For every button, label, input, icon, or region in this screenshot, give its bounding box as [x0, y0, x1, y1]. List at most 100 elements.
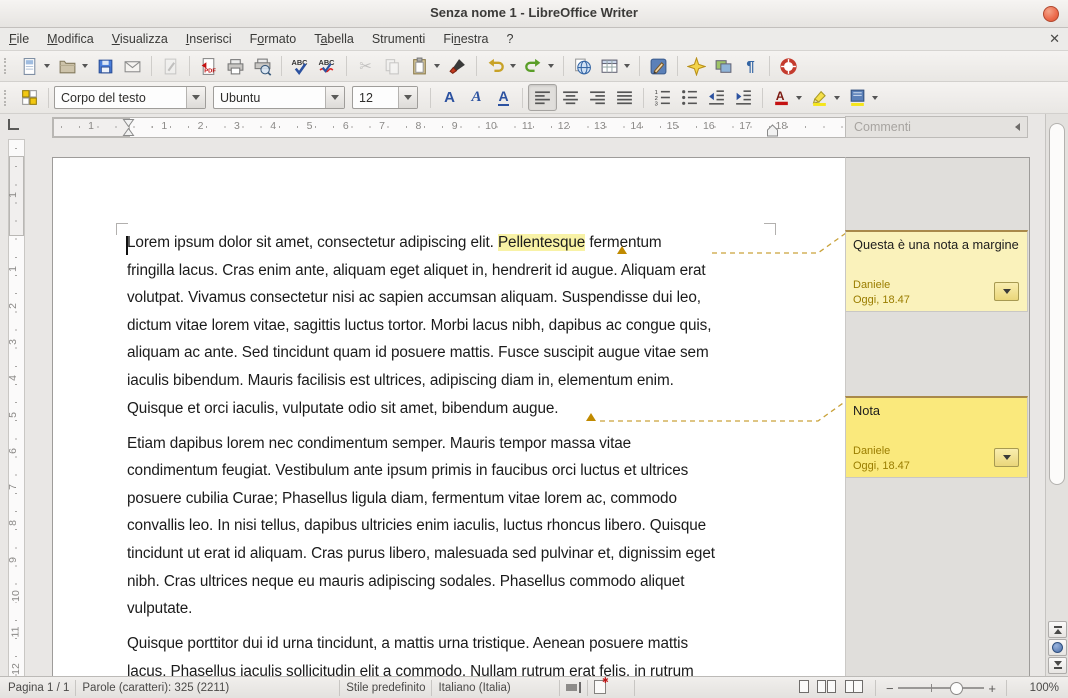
view-layout-single-icon[interactable] [799, 680, 809, 696]
open-button[interactable] [54, 54, 81, 79]
clone-formatting-button[interactable] [444, 54, 471, 79]
italic-button[interactable]: A [463, 85, 490, 110]
language-status[interactable]: Italiano (Italia) [438, 682, 510, 694]
paragraph-style-combo[interactable]: Corpo del testo [54, 86, 206, 109]
background-color-button[interactable] [844, 85, 871, 110]
comment-anchor-icon[interactable] [586, 413, 596, 421]
vertical-scrollbar[interactable] [1045, 114, 1068, 676]
send-email-button[interactable] [119, 54, 146, 79]
background-color-dropdown-icon[interactable] [872, 96, 878, 100]
edit-file-button[interactable] [157, 54, 184, 79]
tab-stop-selector-icon[interactable] [8, 119, 19, 130]
scrollbar-thumb[interactable] [1049, 123, 1065, 485]
insert-table-button[interactable] [596, 54, 623, 79]
right-indent-marker-icon[interactable] [766, 124, 779, 137]
horizontal-ruler[interactable]: 1123456789101112131415161718 [52, 117, 847, 138]
highlighting-button[interactable] [806, 85, 833, 110]
view-layout-book-icon[interactable] [845, 680, 863, 696]
redo-dropdown-icon[interactable] [548, 64, 554, 68]
margin-comment[interactable]: Nota Daniele Oggi, 18.47 [845, 396, 1028, 478]
hyperlink-button[interactable] [569, 54, 596, 79]
paste-button[interactable] [406, 54, 433, 79]
print-button[interactable] [222, 54, 249, 79]
gallery-button[interactable] [710, 54, 737, 79]
save-button[interactable] [92, 54, 119, 79]
highlighting-dropdown-icon[interactable] [834, 96, 840, 100]
comment-anchor-icon[interactable] [617, 246, 627, 254]
redo-button[interactable] [520, 54, 547, 79]
menu-inserisci[interactable]: Inserisci [177, 30, 241, 48]
page-number-status[interactable]: Pagina 1 / 1 [8, 682, 69, 694]
indent-marker-icon[interactable] [122, 118, 135, 137]
zoom-out-icon[interactable]: − [882, 681, 898, 696]
cut-button[interactable]: ✂ [352, 54, 379, 79]
combo-dropdown-icon[interactable] [398, 87, 417, 108]
align-left-button[interactable] [528, 84, 557, 111]
paragraph[interactable]: Etiam dapibus lorem nec condimentum semp… [127, 435, 715, 628]
menu-file[interactable]: File [0, 30, 38, 48]
comments-ruler-button[interactable]: Commenti [845, 116, 1028, 138]
menu-formato[interactable]: Formato [241, 30, 306, 48]
bold-button[interactable]: A [436, 85, 463, 110]
combo-dropdown-icon[interactable] [186, 87, 205, 108]
undo-button[interactable] [482, 54, 509, 79]
previous-page-button[interactable] [1048, 621, 1067, 638]
window-close-button[interactable] [1043, 6, 1059, 22]
numbered-list-button[interactable]: 123 [649, 85, 676, 110]
decrease-indent-button[interactable] [703, 85, 730, 110]
zoom-in-icon[interactable]: + [984, 681, 1000, 696]
comment-menu-button[interactable] [994, 448, 1019, 467]
help-button[interactable] [775, 54, 802, 79]
open-dropdown-icon[interactable] [82, 64, 88, 68]
paragraph[interactable]: Lorem ipsum dolor sit amet, consectetur … [127, 234, 715, 427]
align-right-button[interactable] [584, 85, 611, 110]
auto-spellcheck-button[interactable]: ABC [314, 54, 341, 79]
next-page-button[interactable] [1048, 657, 1067, 674]
align-center-button[interactable] [557, 85, 584, 110]
combo-dropdown-icon[interactable] [325, 87, 344, 108]
menu-modifica[interactable]: Modifica [38, 30, 103, 48]
new-document-dropdown-icon[interactable] [44, 64, 50, 68]
justify-button[interactable] [611, 85, 638, 110]
formatting-marks-button[interactable]: ¶ [737, 54, 764, 79]
zoom-level[interactable]: 100% [1013, 682, 1068, 694]
menu-[interactable]: ? [497, 30, 522, 48]
font-size-combo[interactable]: 12 [352, 86, 418, 109]
font-name-combo[interactable]: Ubuntu [213, 86, 345, 109]
navigation-button[interactable] [1048, 639, 1067, 656]
comment-text[interactable]: Questa è una nota a margine [853, 237, 1020, 252]
spelling-button[interactable]: ABC [287, 54, 314, 79]
draw-functions-button[interactable] [645, 54, 672, 79]
increase-indent-button[interactable] [730, 85, 757, 110]
font-color-dropdown-icon[interactable] [796, 96, 802, 100]
bullet-list-button[interactable] [676, 85, 703, 110]
menu-finestra[interactable]: Finestra [434, 30, 497, 48]
insert-mode-icon[interactable] [566, 682, 581, 694]
menu-tabella[interactable]: Tabella [305, 30, 363, 48]
underline-button[interactable]: A [490, 85, 517, 110]
font-color-button[interactable]: A [768, 85, 795, 110]
paragraph[interactable]: Quisque porttitor dui id urna tincidunt,… [127, 635, 715, 676]
document-text[interactable]: Lorem ipsum dolor sit amet, consectetur … [127, 234, 715, 676]
document-modified-icon[interactable] [594, 680, 606, 697]
page-style-status[interactable]: Stile predefinito [346, 682, 425, 694]
navigator-button[interactable] [683, 54, 710, 79]
collapse-comments-icon[interactable] [1015, 123, 1020, 131]
styles-button[interactable] [16, 85, 43, 110]
paste-dropdown-icon[interactable] [434, 64, 440, 68]
zoom-slider-knob[interactable] [950, 682, 963, 695]
margin-comment[interactable]: Questa è una nota a margine Daniele Oggi… [845, 230, 1028, 312]
toolbar-grip[interactable] [4, 58, 11, 74]
close-document-icon[interactable]: ✕ [1049, 31, 1060, 47]
export-pdf-button[interactable]: PDF [195, 54, 222, 79]
copy-button[interactable] [379, 54, 406, 79]
print-preview-button[interactable] [249, 54, 276, 79]
menu-visualizza[interactable]: Visualizza [103, 30, 177, 48]
comment-text[interactable]: Nota [853, 403, 1020, 418]
comment-menu-button[interactable] [994, 282, 1019, 301]
vertical-ruler[interactable]: 112345678910111213 [8, 139, 25, 676]
menu-strumenti[interactable]: Strumenti [363, 30, 435, 48]
view-layout-multi-icon[interactable] [817, 680, 837, 696]
insert-table-dropdown-icon[interactable] [624, 64, 630, 68]
word-count-status[interactable]: Parole (caratteri): 325 (2211) [82, 682, 229, 694]
